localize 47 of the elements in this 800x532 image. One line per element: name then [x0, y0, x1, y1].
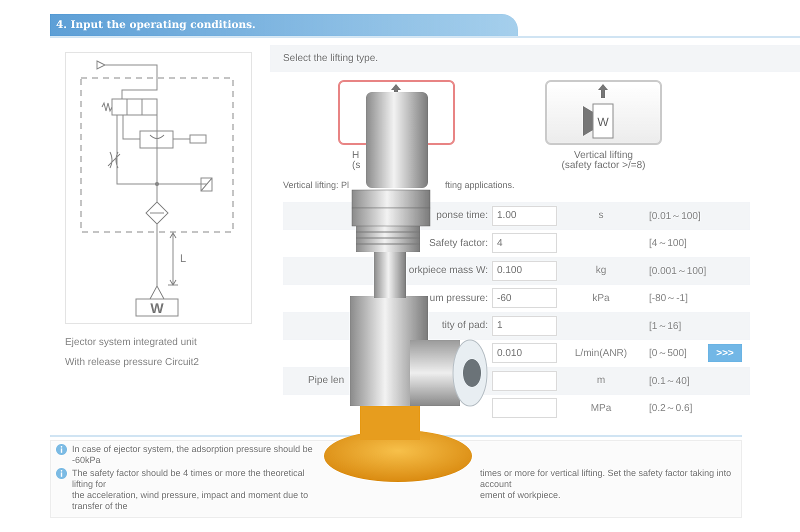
condition-input[interactable]: 0.010 — [492, 343, 557, 364]
condition-input[interactable] — [492, 370, 557, 391]
condition-label: Safety factor: — [428, 238, 489, 249]
unit-label: MPa — [590, 402, 612, 414]
condition-input[interactable] — [492, 398, 557, 418]
range-label: [-80～-1] — [648, 292, 689, 306]
info-icon — [56, 468, 67, 479]
unit-label: kg — [594, 265, 608, 276]
lifting-type-prompt: Select the lifting type. — [270, 45, 800, 72]
note-text: In case of ejector system, the adsorption pressure should be -60kPa — [72, 444, 314, 466]
lifting-type-label: H — [351, 151, 360, 161]
range-label: [0.2～0.6] — [648, 402, 694, 416]
lifting-type-label: (safety factor >/=8) — [560, 161, 646, 171]
condition-label: ponse time: — [435, 210, 489, 222]
range-label: [0.001～100] — [648, 264, 708, 278]
lifting-type-label: (s — [351, 161, 362, 171]
lifting-type-option[interactable]: W — [545, 80, 662, 145]
length-label: L — [180, 253, 186, 265]
circuit-caption: Ejector system integrated unit — [65, 337, 198, 348]
range-label: [0～500] — [648, 347, 688, 360]
range-label: [1～16] — [648, 320, 682, 333]
condition-input[interactable]: 4 — [492, 233, 557, 254]
range-label: [0.01～100] — [648, 210, 702, 223]
circuit-caption: With release pressure Circuit2 — [65, 357, 200, 368]
unit-label: kPa — [591, 292, 611, 304]
condition-input[interactable]: -60 — [492, 288, 557, 308]
condition-input[interactable]: 0.100 — [492, 260, 557, 281]
lifting-type-label: Vertical lifting — [574, 151, 633, 161]
range-label: [4～100] — [648, 237, 688, 250]
workpiece-label: W — [150, 300, 164, 316]
condition-input[interactable]: 1 — [492, 316, 557, 336]
unit-label: L/min(ANR) — [574, 348, 628, 359]
unit-label: s — [598, 210, 604, 222]
arrow-up-icon — [598, 84, 608, 98]
lifting-note: fting applications. — [445, 180, 515, 190]
condition-label: Pipe len — [307, 375, 346, 386]
range-label: [0.1～40] — [648, 374, 691, 388]
condition-label: orkpiece mass W: — [408, 265, 489, 276]
note-text: the acceleration, wind pressure, impact and moment due to transfer of the — [72, 490, 310, 512]
condition-label: um pressure: — [428, 292, 489, 304]
section-title: 4. Input the operating conditions. — [50, 14, 518, 36]
info-icon — [56, 444, 67, 455]
note-text: ement of workpiece. — [480, 490, 562, 502]
unit-label: m — [596, 375, 606, 386]
lifting-note: Vertical lifting: Pl — [283, 180, 350, 190]
condition-label: tity of pad: — [440, 320, 489, 332]
condition-input[interactable]: 1.00 — [492, 206, 557, 226]
